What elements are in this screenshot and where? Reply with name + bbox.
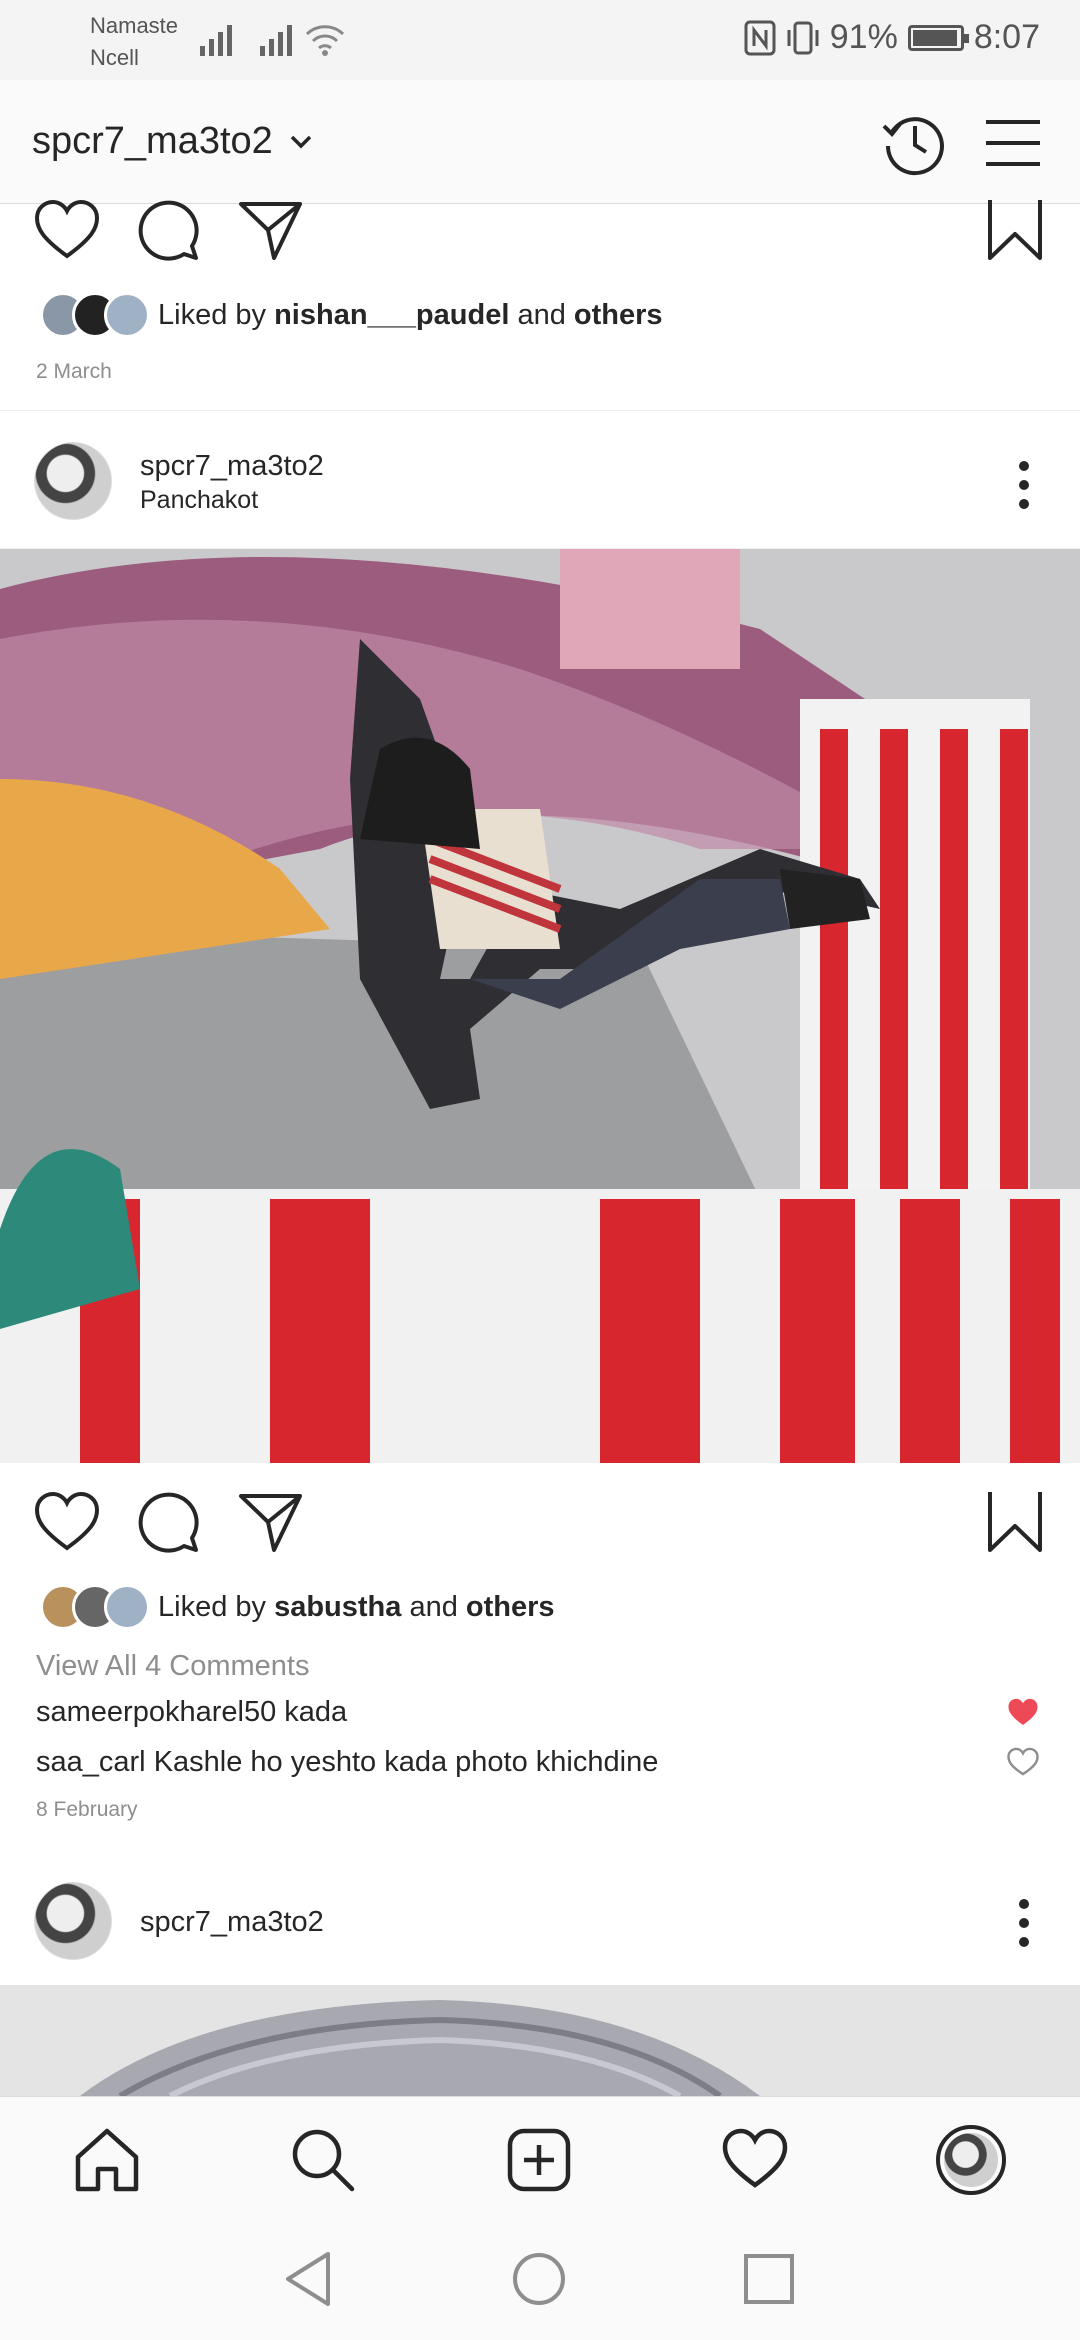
comment-text: Kashle ho yeshto kada photo khichdine [153,1746,659,1778]
account-switcher[interactable]: spcr7_ma3to2 [32,120,313,163]
share-send-icon[interactable] [236,196,306,266]
save-bookmark-icon[interactable] [980,1488,1050,1558]
activity-heart-icon[interactable] [720,2125,790,2195]
clock-time: 8:07 [973,18,1040,56]
signal-icon-1 [200,25,232,56]
like-heart-icon[interactable] [32,1488,102,1558]
battery-icon [907,24,969,51]
liked-others-link[interactable]: others [466,1591,555,1624]
comment-like-heart-icon[interactable] [1006,1746,1040,1776]
post3-username[interactable]: spcr7_ma3to2 [140,1906,324,1939]
liker-avatars [40,1584,150,1630]
carrier-line-2: Ncell [90,45,139,70]
avatar[interactable] [34,1882,112,1960]
like-heart-icon[interactable] [32,196,102,266]
system-navigation-bar [0,2218,1080,2340]
account-name: spcr7_ma3to2 [32,120,273,162]
profile-header: spcr7_ma3to2 [0,80,1080,204]
archive-history-icon[interactable] [880,108,950,178]
home-icon[interactable] [72,2125,142,2195]
comment-row: saa_carl Kashle ho yeshto kada photo khi… [36,1746,658,1779]
divider [0,410,1080,411]
wifi-icon [305,25,345,56]
save-bookmark-icon[interactable] [980,196,1050,266]
comment-text: kada [284,1696,348,1728]
chevron-down-icon [290,135,312,148]
more-options-icon[interactable] [1018,460,1030,510]
liked-by-prefix: Liked by [158,1590,267,1623]
nfc-icon [744,20,776,55]
share-send-icon[interactable] [236,1488,306,1558]
liked-and: and [409,1590,458,1623]
comment-username[interactable]: sameerpokharel50 [36,1696,276,1728]
back-triangle-icon[interactable] [278,2248,340,2310]
post2-header: spcr7_ma3to2 Panchakot [0,428,1080,538]
carrier-line-1: Namaste [90,13,179,38]
comment-username[interactable]: saa_carl [36,1746,146,1778]
more-options-icon[interactable] [1018,1898,1030,1948]
comment-row: sameerpokharel50 kada [36,1696,347,1729]
avatar[interactable] [34,442,112,520]
liked-by-prefix: Liked by [158,298,267,331]
comment-icon[interactable] [134,196,204,266]
post3-photo[interactable] [0,1985,1080,2096]
post1-date: 2 March [36,360,112,383]
comment-liked-heart-icon[interactable] [1006,1696,1040,1726]
carrier-name: Namaste Ncell [90,10,178,74]
status-right-group: 91% 8:07 [744,18,1040,57]
view-all-comments-link[interactable]: View All 4 Comments [36,1650,309,1683]
comment-icon[interactable] [134,1488,204,1558]
search-icon[interactable] [288,2125,358,2195]
liked-by-user[interactable]: sabustha [274,1591,401,1624]
post1-actions [0,196,1080,276]
liker-avatars [40,292,150,338]
liked-and: and [517,298,566,331]
liked-by-user[interactable]: nishan___paudel [274,299,509,332]
post2-date: 8 February [36,1798,138,1821]
post2-likes[interactable]: Liked by sabustha and others [40,1584,555,1630]
post3-header: spcr7_ma3to2 [0,1870,1080,1980]
recents-square-icon[interactable] [738,2248,800,2310]
post2-location[interactable]: Panchakot [140,486,258,515]
status-bar: Namaste Ncell 91% 8:07 [0,0,1080,80]
bottom-navigation [0,2096,1080,2218]
battery-percent: 91% [829,18,898,56]
post1-likes[interactable]: Liked by nishan___paudel and others [40,292,663,338]
menu-hamburger-icon[interactable] [978,108,1048,178]
avatar [104,292,150,338]
post2-username[interactable]: spcr7_ma3to2 [140,450,324,483]
profile-tab-avatar[interactable] [936,2125,1006,2195]
liked-others-link[interactable]: others [574,299,663,332]
new-post-icon[interactable] [504,2125,574,2195]
post2-photo[interactable] [0,549,1080,1463]
signal-icon-2 [260,25,292,56]
avatar [104,1584,150,1630]
post2-actions [0,1488,1080,1568]
avatar [944,2133,998,2187]
home-circle-icon[interactable] [508,2248,570,2310]
vibrate-icon [787,21,819,54]
